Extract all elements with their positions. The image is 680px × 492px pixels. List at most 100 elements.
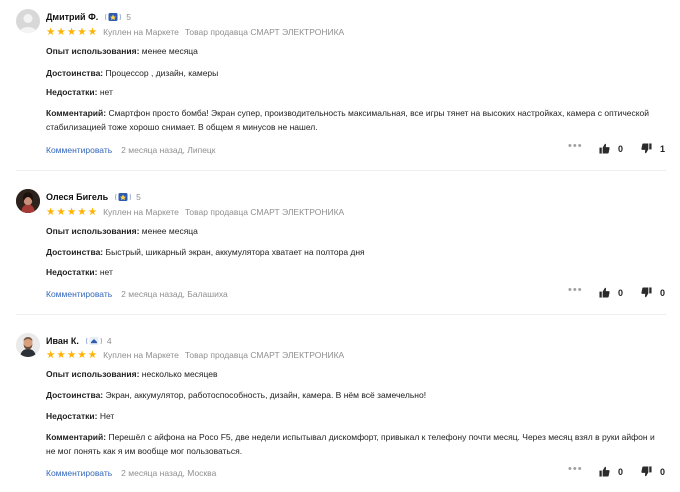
field-cons: Недостатки: Нет — [46, 410, 666, 424]
dislikes-count: 0 — [660, 466, 666, 477]
field-label: Недостатки: — [46, 411, 98, 421]
author-name[interactable]: Олеся Бигель — [46, 192, 108, 202]
like-button[interactable]: 0 — [599, 287, 623, 298]
field-value: Быстрый, шикарный экран, аккумулятора хв… — [105, 247, 365, 257]
field-cons: Недостатки: нет — [46, 266, 666, 280]
field-label: Комментарий: — [46, 432, 107, 442]
field-label: Опыт использования: — [46, 226, 140, 236]
expert-badge-icon — [103, 12, 123, 23]
star-icon: ★ — [46, 349, 56, 361]
review-meta: ★ ★ ★ ★ ★ Куплен на Маркете Товар продавца С… — [46, 206, 350, 218]
field-pros: Достоинства: Быстрый, шикарный экран, ак… — [46, 246, 666, 260]
seller-info: Товар продавца СМАРТ ЭЛЕКТРОНИКА — [184, 350, 345, 360]
more-icon[interactable]: ••• — [568, 463, 583, 475]
field-value: несколько месяцев — [141, 369, 218, 379]
field-experience: Опыт использования: менее месяца — [46, 45, 666, 59]
like-button[interactable]: 0 — [599, 143, 623, 154]
field-label: Достоинства: — [46, 247, 104, 257]
field-value: нет — [99, 267, 113, 277]
avatar[interactable] — [16, 9, 40, 33]
expert-badge-icon — [84, 336, 104, 347]
review-date: 2 месяца назад, Москва — [121, 468, 217, 478]
author-row: Иван К. 4 — [46, 334, 112, 348]
field-value: Экран, аккумулятор, работоспособность, д… — [105, 390, 427, 400]
field-label: Достоинства: — [46, 390, 104, 400]
comment-link[interactable]: Комментировать — [46, 145, 112, 155]
field-value: Смартфон просто бомба! Экран супер, прои… — [46, 108, 650, 132]
badge-score: 4 — [106, 336, 112, 346]
user-photo-icon — [16, 333, 40, 357]
purchase-info: Куплен на Маркете — [103, 207, 179, 217]
divider — [16, 170, 666, 171]
dislike-button[interactable]: 0 — [641, 466, 665, 477]
user-photo-icon — [16, 189, 40, 213]
star-icon: ★ — [77, 349, 87, 361]
seller-info: Товар продавца СМАРТ ЭЛЕКТРОНИКА — [184, 207, 345, 217]
avatar[interactable] — [16, 189, 40, 213]
dislikes-count: 0 — [660, 287, 666, 298]
rating-stars: ★ ★ ★ ★ ★ — [46, 349, 98, 361]
likes-count: 0 — [618, 466, 624, 477]
purchase-info: Куплен на Маркете — [103, 27, 179, 37]
default-avatar-icon — [19, 14, 37, 33]
rating-stars: ★ ★ ★ ★ ★ — [46, 26, 98, 38]
field-label: Комментарий: — [46, 108, 107, 118]
divider — [16, 314, 666, 315]
field-value: Перешёл с айфона на Poco F5, две недели … — [46, 432, 655, 456]
field-comment: Комментарий: Смартфон просто бомба! Экра… — [46, 107, 666, 134]
avatar[interactable] — [16, 333, 40, 357]
star-icon: ★ — [46, 26, 56, 38]
review-actions: Комментировать 2 месяца назад, Москва ••… — [46, 463, 670, 480]
dislike-button[interactable]: 0 — [641, 287, 665, 298]
field-experience: Опыт использования: несколько месяцев — [46, 368, 666, 382]
star-icon: ★ — [66, 349, 77, 361]
field-experience: Опыт использования: менее месяца — [46, 225, 666, 239]
star-icon: ★ — [77, 26, 87, 38]
thumbs-down-icon — [641, 466, 652, 477]
field-comment: Комментарий: Перешёл с айфона на Poco F5… — [46, 431, 666, 458]
dislike-button[interactable]: 1 — [641, 143, 665, 154]
dislikes-count: 1 — [660, 143, 666, 154]
star-icon: ★ — [87, 206, 98, 218]
author-name[interactable]: Дмитрий Ф. — [46, 12, 98, 22]
thumbs-up-icon — [599, 287, 610, 298]
thumbs-down-icon — [641, 287, 652, 298]
author-row: Олеся Бигель 5 — [46, 190, 141, 204]
like-button[interactable]: 0 — [599, 466, 623, 477]
review-actions: Комментировать 2 месяца назад, Балашиха … — [46, 284, 670, 301]
review-date: 2 месяца назад, Балашиха — [121, 289, 228, 299]
field-label: Опыт использования: — [46, 369, 140, 379]
star-icon: ★ — [87, 26, 98, 38]
expert-badge-icon — [113, 192, 133, 203]
thumbs-up-icon — [599, 143, 610, 154]
comment-link[interactable]: Комментировать — [46, 468, 112, 478]
author-row: Дмитрий Ф. 5 — [46, 10, 131, 24]
badge-score: 5 — [126, 12, 131, 22]
star-icon: ★ — [46, 206, 56, 218]
field-pros: Достоинства: Экран, аккумулятор, работос… — [46, 389, 666, 403]
review-meta: ★ ★ ★ ★ ★ Куплен на Маркете Товар продавца С… — [46, 26, 350, 38]
review-actions: Комментировать 2 месяца назад, Липецк ••… — [46, 140, 670, 157]
more-icon[interactable]: ••• — [568, 140, 583, 152]
star-icon: ★ — [56, 26, 66, 38]
purchase-info: Куплен на Маркете — [103, 350, 179, 360]
field-label: Недостатки: — [46, 87, 98, 97]
badge-score: 5 — [136, 192, 141, 202]
field-cons: Недостатки: нет — [46, 86, 666, 100]
field-value: менее месяца — [141, 46, 198, 56]
author-name[interactable]: Иван К. — [46, 336, 79, 346]
thumbs-down-icon — [641, 143, 652, 154]
field-value: нет — [99, 87, 113, 97]
star-icon: ★ — [87, 349, 98, 361]
field-pros: Достоинства: Процессор , дизайн, камеры — [46, 67, 666, 81]
rating-stars: ★ ★ ★ ★ ★ — [46, 206, 98, 218]
thumbs-up-icon — [599, 466, 610, 477]
more-icon[interactable]: ••• — [568, 284, 583, 296]
star-icon: ★ — [77, 206, 87, 218]
field-value: менее месяца — [141, 226, 198, 236]
review-meta: ★ ★ ★ ★ ★ Куплен на Маркете Товар продавца С… — [46, 349, 350, 361]
star-icon: ★ — [66, 26, 77, 38]
likes-count: 0 — [618, 287, 624, 298]
star-icon: ★ — [56, 349, 66, 361]
comment-link[interactable]: Комментировать — [46, 289, 112, 299]
